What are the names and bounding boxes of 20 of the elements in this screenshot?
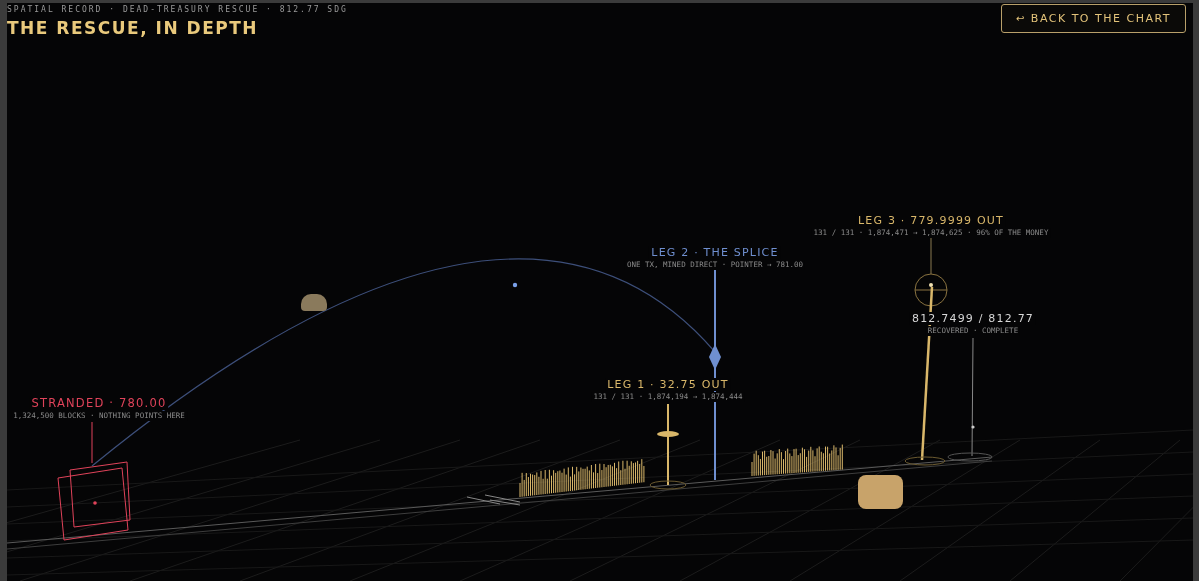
marker-title: LEG 1 · 32.75 OUT: [605, 378, 731, 391]
dash-marks: [466, 494, 521, 506]
photo-placeholder: [301, 294, 327, 311]
point-marker: [971, 425, 975, 429]
leader-line: [930, 237, 932, 275]
arc-apex-dot: [512, 282, 518, 288]
crosshair-icon: [914, 273, 948, 307]
subtitle: SPATIAL RECORD · DEAD-TREASURY RESCUE · 812.77 SDG: [7, 5, 348, 14]
diamond-marker: [709, 344, 721, 370]
back-button[interactable]: ↩ BACK TO THE CHART: [1001, 4, 1186, 33]
page-title: THE RESCUE, IN DEPTH: [7, 18, 260, 38]
marker-title: STRANDED · 780.00: [29, 396, 169, 410]
photo-placeholder: [858, 475, 903, 509]
ground-ring: [904, 456, 946, 466]
ground-ring: [649, 480, 687, 490]
marker-title: LEG 3 · 779.9999 OUT: [856, 214, 1006, 227]
leader-line: [91, 421, 93, 464]
ground-ring: [947, 452, 993, 462]
return-arrow-icon: ↩: [1016, 13, 1026, 24]
disc-marker: [657, 431, 679, 437]
